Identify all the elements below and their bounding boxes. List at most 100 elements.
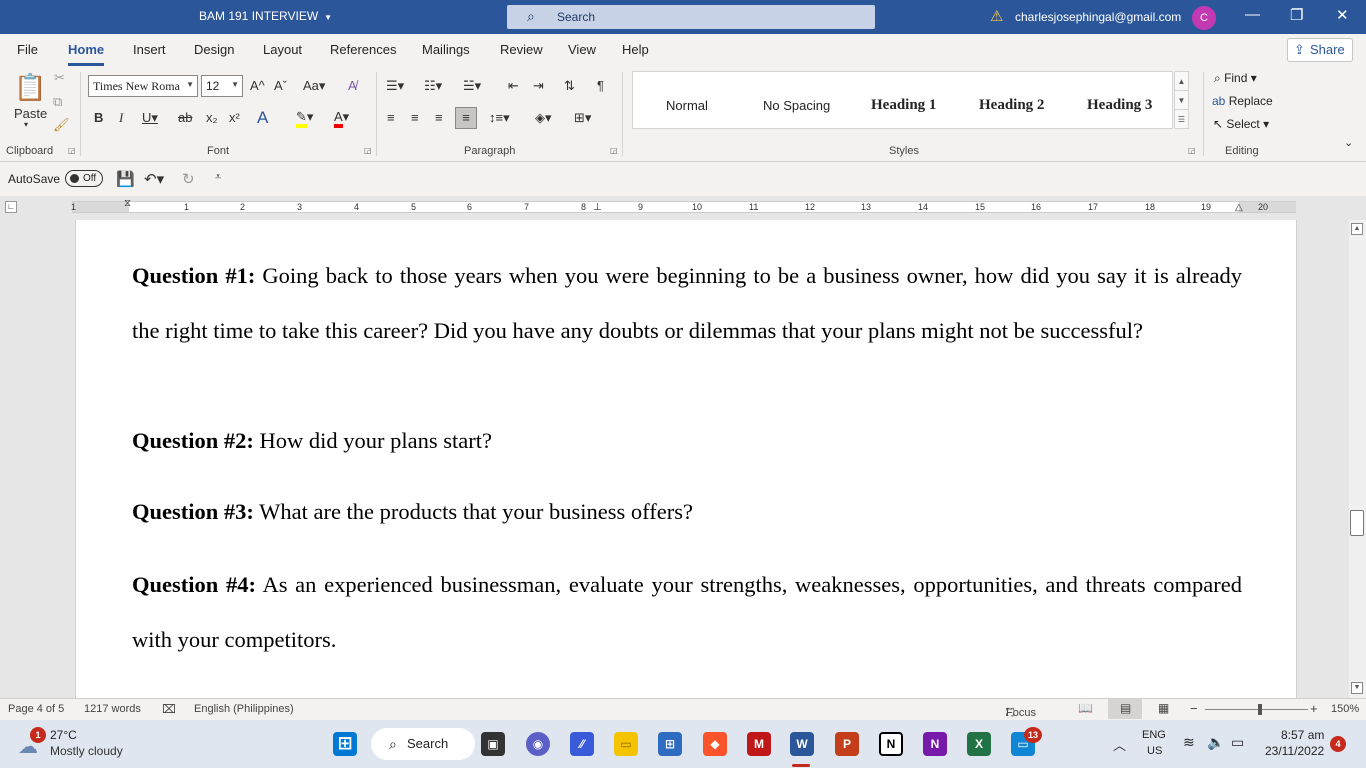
shading-icon[interactable]: ◈▾ [535,110,552,126]
battery-icon[interactable]: ▭ [1231,734,1244,751]
tab-insert[interactable]: Insert [133,42,166,57]
print-layout-button[interactable]: ▤ [1108,699,1142,719]
dialog-launcher-icon[interactable]: ◲ [68,146,76,155]
warning-icon[interactable]: ⚠ [990,7,1003,25]
zoom-out-icon[interactable]: − [1190,701,1198,716]
tab-selector[interactable]: ∟ [5,201,17,213]
page-count[interactable]: Page 4 of 5 [8,703,64,715]
tab-file[interactable]: File [17,42,38,57]
highlight-icon[interactable]: ✎▾ [296,109,313,128]
more-styles-icon[interactable]: ☰ [1175,110,1188,129]
question-paragraph-1[interactable]: Question #1: Going back to those years w… [132,248,1242,358]
chevron-down-icon[interactable]: ▾ [24,120,28,129]
question-paragraph-4[interactable]: Question #4: As an experienced businessm… [132,557,1242,667]
mcafee-icon[interactable]: M [747,732,771,756]
replace-button[interactable]: ab Replace [1212,94,1273,108]
windows-start-icon[interactable]: ⊞ [333,732,357,756]
align-center-icon[interactable]: ≡ [411,110,419,125]
dialog-launcher-icon[interactable]: ◲ [364,146,372,155]
cut-icon[interactable]: ✂ [54,70,65,86]
restore-button[interactable]: ❐ [1290,6,1303,24]
save-icon[interactable]: 💾 [116,170,135,188]
tab-design[interactable]: Design [194,42,234,57]
copy-icon[interactable]: ⧉ [53,94,62,110]
right-indent-icon[interactable]: △ [1235,202,1243,213]
autosave-toggle[interactable]: Off [65,170,103,187]
notion-icon[interactable]: N [879,732,903,756]
text-effects-icon[interactable]: A [257,108,268,128]
font-family-select[interactable]: Times New Roma ▼ [88,75,198,97]
word-count[interactable]: 1217 words [84,703,141,715]
chat-icon[interactable]: ◉ [526,732,550,756]
underline-icon[interactable]: U▾ [142,110,158,126]
clock-date[interactable]: 23/11/2022 [1265,744,1324,758]
grow-font-icon[interactable]: A^ [250,78,265,93]
question-paragraph-2[interactable]: Question #2: How did your plans start? [132,428,1242,454]
style-heading-1[interactable]: Heading 1 [871,97,936,114]
app-icon[interactable]: ⁄⁄ [570,732,594,756]
tab-layout[interactable]: Layout [263,42,302,57]
zoom-in-icon[interactable]: + [1310,701,1318,716]
tab-view[interactable]: View [568,42,596,57]
strikethrough-icon[interactable]: ab [178,110,192,125]
taskbar-search[interactable]: ⌕ Search [371,728,475,760]
clock-time[interactable]: 8:57 am [1281,728,1324,742]
weather-desc[interactable]: Mostly cloudy [50,744,123,758]
numbering-icon[interactable]: ☷▾ [424,78,442,94]
increase-indent-icon[interactable]: ⇥ [533,78,544,94]
dialog-launcher-icon[interactable]: ◲ [1188,146,1196,155]
store-icon[interactable]: ⊞ [658,732,682,756]
wifi-icon[interactable]: ≋ [1183,734,1195,751]
tab-mailings[interactable]: Mailings [422,42,470,57]
word-icon[interactable]: W [790,732,814,756]
change-case-icon[interactable]: Aa▾ [303,78,325,94]
format-painter-icon[interactable]: 🖌 [53,117,70,133]
tab-stop-icon[interactable]: ⊥ [593,202,602,213]
sort-icon[interactable]: ⇅ [564,78,575,94]
indent-marker-icon[interactable]: ⧖ [124,198,131,209]
paste-button[interactable]: Paste [14,106,47,121]
style-heading-3[interactable]: Heading 3 [1087,97,1152,114]
scroll-down-icon[interactable]: ▼ [1351,682,1363,694]
subscript-icon[interactable]: x₂ [206,110,218,125]
borders-icon[interactable]: ⊞▾ [574,110,591,126]
brave-icon[interactable]: ◆ [703,732,727,756]
superscript-icon[interactable]: x² [229,110,240,125]
volume-icon[interactable]: 🔈 [1207,734,1224,751]
redo-icon[interactable]: ↻ [182,170,195,188]
minimize-button[interactable]: — [1245,6,1260,23]
align-left-icon[interactable]: ≡ [387,110,395,125]
shrink-font-icon[interactable]: Aˇ [274,78,287,93]
undo-icon[interactable]: ↶▾ [144,170,164,188]
tab-help[interactable]: Help [622,42,649,57]
style-no-spacing[interactable]: No Spacing [763,98,830,113]
align-right-icon[interactable]: ≡ [435,110,443,125]
justify-icon[interactable]: ≡ [455,107,477,129]
font-size-select[interactable]: 12 ▼ [201,75,243,97]
weather-temp[interactable]: 27°C [50,728,77,742]
notification-badge[interactable]: 4 [1330,736,1346,752]
customize-qat-icon[interactable]: ⩡ [215,171,221,184]
account-email[interactable]: charlesjosephingal@gmail.com [1015,10,1181,24]
collapse-ribbon-icon[interactable]: ⌄ [1344,136,1353,149]
clear-formatting-icon[interactable]: A̸ [348,78,357,93]
font-color-icon[interactable]: A▾ [334,109,349,128]
style-heading-2[interactable]: Heading 2 [979,97,1044,114]
line-spacing-icon[interactable]: ↕≡▾ [489,110,510,126]
proofing-icon[interactable]: ⌧ [162,702,176,716]
excel-icon[interactable]: X [967,732,991,756]
scroll-up-icon[interactable]: ▲ [1351,223,1363,235]
select-button[interactable]: ↖ Select ▾ [1213,117,1269,131]
onenote-icon[interactable]: N [923,732,947,756]
bullets-icon[interactable]: ☰▾ [386,78,404,94]
language-indicator[interactable]: English (Philippines) [194,703,294,715]
show-formatting-icon[interactable]: ¶ [597,78,604,93]
chevron-up-icon[interactable]: ▲ [1175,72,1188,91]
chevron-down-icon[interactable]: ▼ [1175,91,1188,110]
decrease-indent-icon[interactable]: ⇤ [508,78,519,94]
file-explorer-icon[interactable]: ▭ [614,732,638,756]
find-button[interactable]: ⌕ Find ▾ [1214,71,1257,86]
italic-icon[interactable]: I [119,110,123,126]
dialog-launcher-icon[interactable]: ◲ [610,146,618,155]
chevron-up-icon[interactable]: ︿ [1113,735,1126,754]
